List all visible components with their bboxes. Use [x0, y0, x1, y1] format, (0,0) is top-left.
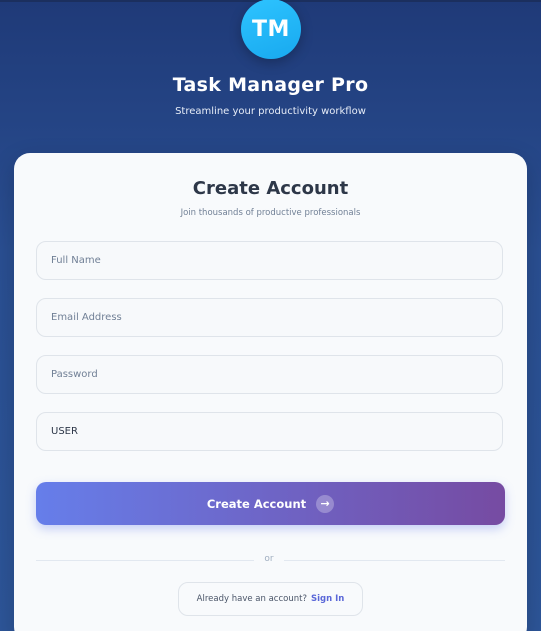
app-logo: TM	[241, 0, 301, 59]
full-name-input[interactable]	[36, 241, 503, 280]
signup-card: Create Account Join thousands of product…	[14, 153, 527, 631]
role-select-value: USER	[51, 426, 78, 437]
app-subtitle: Streamline your productivity workflow	[175, 106, 366, 117]
divider-right	[284, 560, 505, 561]
password-input[interactable]	[36, 355, 503, 394]
signin-prompt: Already have an account?	[196, 594, 307, 604]
signin-box: Already have an account? Sign In	[178, 582, 363, 616]
form-title: Create Account	[192, 178, 349, 199]
app-title: Task Manager Pro	[172, 74, 369, 96]
divider-text: or	[264, 554, 274, 564]
divider-left	[36, 560, 254, 561]
create-account-button[interactable]: Create Account →	[36, 482, 505, 525]
logo-text: TM	[252, 16, 290, 42]
form-subtitle: Join thousands of productive professiona…	[180, 208, 361, 218]
signin-link[interactable]: Sign In	[311, 594, 344, 604]
arrow-right-icon: →	[316, 494, 335, 513]
email-input[interactable]	[36, 298, 503, 337]
role-select[interactable]: USER	[36, 412, 503, 451]
create-account-label: Create Account	[206, 496, 307, 511]
